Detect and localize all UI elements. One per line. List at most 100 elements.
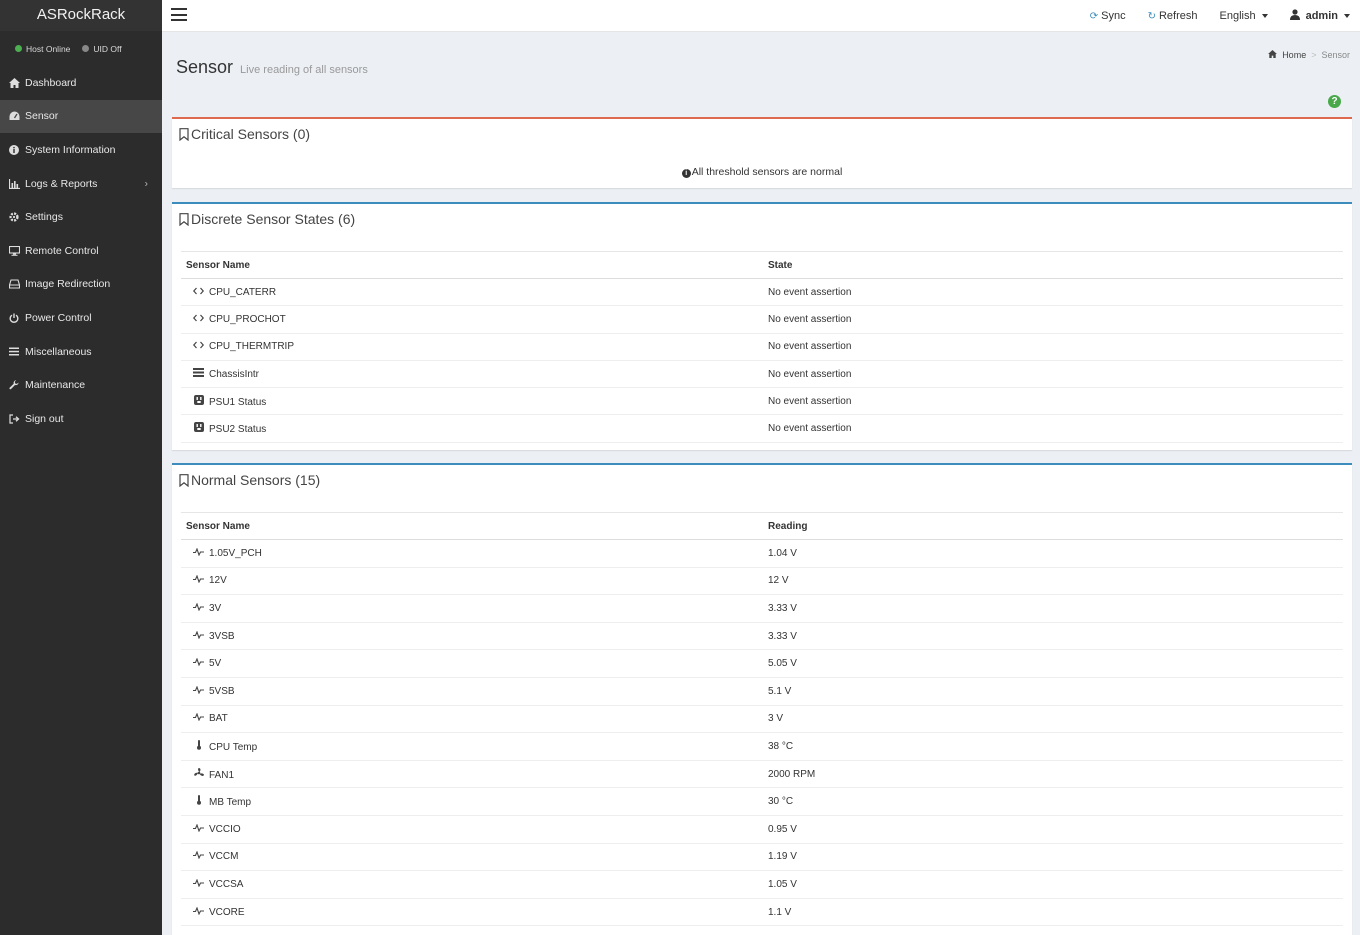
dashboard-icon — [8, 110, 20, 122]
column-header-state[interactable]: State — [763, 251, 1343, 279]
sensor-reading: 3 V — [763, 705, 1343, 734]
table-row[interactable]: CPU Temp 38 °C — [181, 732, 1343, 761]
sidebar-item-miscellaneous[interactable]: Miscellaneous — [0, 335, 162, 369]
sensor-name[interactable]: PSU1 Status — [209, 397, 266, 408]
table-row[interactable]: 3VSB 3.33 V — [181, 622, 1343, 651]
sidebar-item-logs-reports[interactable]: Logs & Reports › — [0, 167, 162, 201]
sensor-name[interactable]: VCCSA — [209, 879, 243, 890]
sensor-state: No event assertion — [763, 360, 1343, 389]
sensor-name-cell: 3V — [181, 594, 763, 623]
bookmark-icon — [179, 212, 189, 226]
sensor-name[interactable]: CPU Temp — [209, 742, 257, 753]
column-header-sensor-name[interactable]: Sensor Name — [181, 512, 763, 540]
sensor-name[interactable]: CPU_CATERR — [209, 287, 276, 298]
uid-status-label: UID Off — [93, 43, 122, 54]
normal-sensors-title: Normal Sensors (15) — [179, 472, 320, 488]
table-row[interactable]: VCCIO 0.95 V — [181, 815, 1343, 844]
sensor-name[interactable]: VCORE — [209, 907, 245, 918]
table-row[interactable]: PSU1 Status No event assertion — [181, 387, 1343, 416]
user-dropdown[interactable]: admin — [1289, 9, 1350, 23]
table-row[interactable]: VCCM 1.19 V — [181, 843, 1343, 872]
menu-toggle-icon[interactable] — [171, 8, 187, 21]
column-header-sensor-name[interactable]: Sensor Name — [181, 251, 763, 279]
sensor-name[interactable]: VCCM — [209, 851, 238, 862]
column-header-reading[interactable]: Reading — [763, 512, 1343, 540]
table-row[interactable]: BAT 3 V — [181, 705, 1343, 734]
sidebar-item-remote-control[interactable]: Remote Control — [0, 234, 162, 268]
sensor-name[interactable]: 3V — [209, 603, 221, 614]
sensor-name[interactable]: BAT — [209, 713, 228, 724]
sensor-name[interactable]: 1.05V_PCH — [209, 548, 262, 559]
sensor-name-cell: CPU Temp — [181, 732, 763, 761]
status-row: Host Online UID Off — [0, 31, 162, 66]
sensor-name-cell: 1.05V_PCH — [181, 539, 763, 568]
sidebar-item-label: Image Redirection — [25, 278, 111, 291]
sidebar-item-system-information[interactable]: System Information — [0, 133, 162, 167]
sensor-state: No event assertion — [763, 333, 1343, 361]
host-status-label: Host Online — [26, 43, 71, 54]
sidebar-item-label: Miscellaneous — [25, 345, 92, 358]
bar-chart-icon — [8, 178, 20, 190]
sidebar-item-label: Dashboard — [25, 76, 77, 89]
sensor-name[interactable]: ChassisIntr — [209, 369, 259, 380]
help-icon[interactable]: ? — [1328, 95, 1341, 108]
host-status: Host Online — [15, 44, 70, 54]
sensor-name[interactable]: CPU_THERMTRIP — [209, 341, 294, 352]
sidebar-item-dashboard[interactable]: Dashboard — [0, 66, 162, 100]
plug-icon — [193, 422, 204, 434]
sensor-name[interactable]: CPU_PROCHOT — [209, 314, 286, 325]
sidebar-item-sensor[interactable]: Sensor — [0, 99, 162, 134]
sensor-reading: 5.05 V — [763, 649, 1343, 678]
critical-empty-message: i All threshold sensors are normal — [172, 166, 1352, 178]
thermometer-icon — [193, 795, 204, 807]
pulse-icon — [193, 905, 204, 917]
table-row[interactable]: 3V 3.33 V — [181, 594, 1343, 623]
table-row[interactable]: CPU_CATERR No event assertion — [181, 278, 1343, 307]
sidebar-item-label: Sensor — [25, 110, 59, 123]
sensor-name-cell: VCORE — [181, 898, 763, 927]
sensor-name-cell: FAN1 — [181, 760, 763, 789]
table-row[interactable]: MB Temp 30 °C — [181, 787, 1343, 816]
table-row[interactable]: VCORE 1.1 V — [181, 898, 1343, 927]
sensor-reading: 38 °C — [763, 732, 1343, 761]
sensor-name[interactable]: 5V — [209, 658, 221, 669]
brand-logo[interactable]: ASRockRack — [0, 0, 162, 31]
uid-status[interactable]: UID Off — [82, 43, 122, 54]
normal-sensors-table: Sensor Name Reading 1.05V_PCH 1.04 V 12V 12… — [181, 512, 1343, 927]
sensor-name[interactable]: 5VSB — [209, 686, 235, 697]
sidebar-item-image-redirection[interactable]: Image Redirection — [0, 268, 162, 302]
sensor-name[interactable]: FAN1 — [209, 770, 234, 781]
sidebar-item-settings[interactable]: Settings — [0, 200, 162, 234]
refresh-button[interactable]: ↻ Refresh — [1148, 10, 1198, 22]
sync-button[interactable]: ⟳ Sync — [1090, 10, 1126, 22]
pulse-icon — [193, 547, 204, 558]
sensor-name[interactable]: MB Temp — [209, 797, 251, 808]
table-row[interactable]: ChassisIntr No event assertion — [181, 360, 1343, 389]
table-row[interactable]: 5VSB 5.1 V — [181, 677, 1343, 706]
sensor-name[interactable]: 12V — [209, 575, 227, 586]
sidebar-item-power-control[interactable]: Power Control — [0, 301, 162, 335]
language-dropdown[interactable]: English — [1220, 10, 1268, 22]
table-row[interactable]: PSU2 Status No event assertion — [181, 414, 1343, 443]
desktop-icon — [8, 245, 20, 257]
pulse-icon — [193, 823, 204, 834]
table-row[interactable]: 5V 5.05 V — [181, 649, 1343, 678]
sensor-reading: 2000 RPM — [763, 760, 1343, 789]
sidebar-item-label: Maintenance — [25, 379, 86, 392]
power-icon — [8, 312, 20, 324]
sensor-state: No event assertion — [763, 278, 1343, 307]
breadcrumb-home-link[interactable]: Home — [1282, 50, 1306, 60]
sidebar-item-maintenance[interactable]: Maintenance — [0, 368, 162, 402]
sensor-name[interactable]: VCCIO — [209, 824, 241, 835]
sensor-name[interactable]: PSU2 Status — [209, 424, 266, 435]
table-row[interactable]: CPU_THERMTRIP No event assertion — [181, 333, 1343, 361]
info-circle-icon: i — [681, 169, 691, 178]
sidebar-item-sign-out[interactable]: Sign out — [0, 402, 162, 436]
table-row[interactable]: FAN1 2000 RPM — [181, 760, 1343, 789]
table-row[interactable]: 12V 12 V — [181, 567, 1343, 596]
table-row[interactable]: CPU_PROCHOT No event assertion — [181, 305, 1343, 334]
table-row[interactable]: 1.05V_PCH 1.04 V — [181, 539, 1343, 568]
table-row[interactable]: VCCSA 1.05 V — [181, 870, 1343, 899]
sensor-name[interactable]: 3VSB — [209, 631, 235, 642]
sensor-reading: 12 V — [763, 567, 1343, 596]
